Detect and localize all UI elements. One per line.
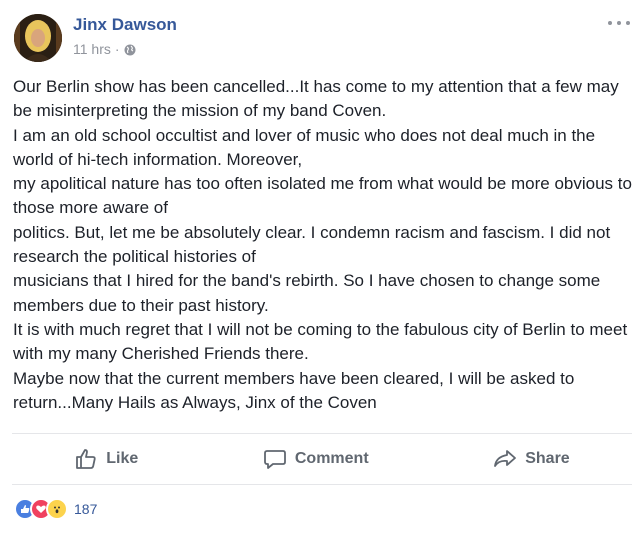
share-button[interactable]: Share [493, 447, 570, 471]
meta-separator: · [114, 41, 120, 57]
post-paragraph: Our Berlin show has been cancelled...It … [13, 77, 619, 121]
post-card: Jinx Dawson 11 hrs · Our Berlin show has… [0, 0, 644, 534]
like-button[interactable]: Like [74, 447, 138, 471]
comment-label: Comment [294, 450, 369, 467]
reaction-icons [14, 498, 68, 520]
wow-reaction-icon [46, 498, 68, 520]
share-arrow-icon [494, 450, 517, 467]
post-paragraph: my apolitical nature has too often isola… [13, 174, 632, 218]
avatar-image [14, 14, 62, 62]
action-bar: Like Comment Share [12, 434, 632, 484]
author-name[interactable]: Jinx Dawson [73, 15, 177, 35]
like-label: Like [106, 450, 139, 467]
reaction-count[interactable]: 187 [74, 501, 97, 517]
share-label: Share [525, 450, 570, 467]
post-paragraph: I am an old school occultist and lover o… [13, 125, 596, 169]
post-body: Our Berlin show has been cancelled...It … [13, 75, 633, 415]
post-paragraph: politics. But, let me be absolutely clea… [13, 222, 611, 267]
reactions-summary[interactable]: 187 [14, 498, 97, 520]
divider [12, 484, 632, 485]
comment-icon [263, 450, 286, 469]
avatar[interactable] [14, 14, 62, 62]
post-paragraph: It is with much regret that I will not b… [13, 319, 628, 364]
comment-button[interactable]: Comment [263, 447, 369, 471]
thumbs-up-icon [76, 449, 96, 469]
more-options-icon[interactable] [608, 18, 630, 28]
post-meta: 11 hrs · [73, 41, 136, 57]
globe-icon[interactable] [124, 43, 136, 56]
post-paragraph: Maybe now that the current members have … [13, 368, 575, 412]
post-paragraph: musicians that I hired for the band's re… [13, 271, 601, 315]
post-time[interactable]: 11 hrs [73, 41, 111, 57]
